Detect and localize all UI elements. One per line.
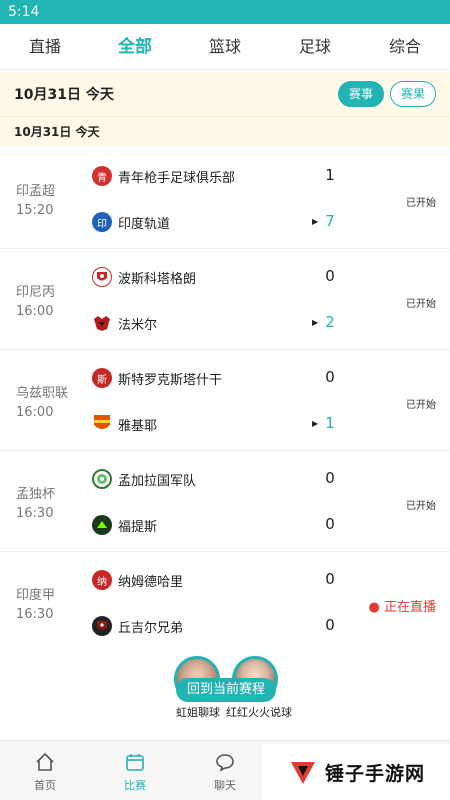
play-marker-icon: ▶ [312,217,319,226]
match-list: 印孟超 15:20 青 青年枪手足球俱乐部 印 印度轨道 1 ▶ 7 已开始 印… [0,148,450,653]
away-team: 福提斯 [92,514,157,536]
match-time: 15:20 [16,203,54,218]
date-header: 10月31日 今天 赛事 赛果 [0,72,450,116]
league-name: 孟独杯 [16,487,56,502]
league-name: 印尼丙 [16,285,56,300]
date-subheader: 10月31日 今天 [0,116,450,146]
match-row[interactable]: 印度甲 16:30 纳 纳姆德哈里 丘吉尔兄弟 0 0 ● 正在直播 [0,552,450,653]
away-score: 0 [325,616,335,634]
away-team-name: 丘吉尔兄弟 [118,620,184,636]
match-row[interactable]: 孟独杯 16:30 孟加拉国军队 福提斯 0 0 已开始 [0,451,450,552]
play-marker-icon: ▶ [312,318,319,327]
away-team: 法米尔 [92,312,157,334]
match-status: 已开始 [406,198,436,209]
match-time: 16:30 [16,607,54,622]
nav-home-label: 首页 [34,779,56,792]
home-team-name: 斯特罗克斯塔什干 [118,372,223,388]
play-marker-icon: ▶ [312,419,319,428]
tab-all[interactable]: 全部 [90,24,180,69]
team-badge-icon [92,414,112,434]
event-button[interactable]: 赛事 [337,81,384,107]
tab-other[interactable]: 综合 [360,24,450,69]
home-score: 0 [325,469,335,487]
anchor-name[interactable]: 红红火火说球 [226,706,292,720]
watermark-text: 锤子手游网 [324,762,425,785]
date-label: 10月31日 今天 [14,87,114,103]
home-team: 斯 斯特罗克斯塔什干 [92,367,222,389]
home-team: 纳 纳姆德哈里 [92,569,183,591]
team-badge-icon: 纳 [92,570,112,590]
status-bar: 5:14 [0,0,450,24]
tab-football[interactable]: 足球 [270,24,360,69]
home-team-name: 纳姆德哈里 [118,574,184,590]
away-team-name: 福提斯 [118,519,158,535]
away-team: 丘吉尔兄弟 [92,615,183,637]
home-icon [36,752,54,771]
away-score: 7 [325,212,335,230]
nav-chat[interactable]: 聊天 [180,741,270,800]
back-to-current-button[interactable]: 回到当前赛程 [176,678,276,702]
match-time: 16:00 [16,304,54,319]
away-team-name: 雅基耶 [118,418,158,434]
match-row[interactable]: 乌兹职联 16:00 斯 斯特罗克斯塔什干 雅基耶 0 ▶ 1 已开始 [0,350,450,451]
status-time: 5:14 [8,4,40,20]
nav-match[interactable]: 比赛 [90,741,180,800]
match-row[interactable]: 印孟超 15:20 青 青年枪手足球俱乐部 印 印度轨道 1 ▶ 7 已开始 [0,148,450,249]
away-team-name: 法米尔 [118,317,158,333]
league-name: 印孟超 [16,184,56,199]
match-time: 16:30 [16,506,54,521]
away-score: 1 [325,414,335,432]
away-score: 0 [325,515,335,533]
team-badge-icon [92,267,112,287]
home-score: 0 [325,267,335,285]
match-status: 已开始 [406,501,436,512]
match-status: 已开始 [406,400,436,411]
tab-basketball[interactable]: 篮球 [180,24,270,69]
match-time: 16:00 [16,405,54,420]
home-score: 1 [325,166,335,184]
team-badge-icon [92,515,112,535]
live-status: ● 正在直播 [369,596,437,615]
site-watermark: 锤子手游网 [262,744,450,800]
home-team-name: 孟加拉国军队 [118,473,197,489]
calendar-icon [126,754,144,771]
tab-live[interactable]: 直播 [0,24,90,69]
league-name: 乌兹职联 [16,386,69,401]
home-team-name: 波斯科塔格朗 [118,271,197,287]
home-score: 0 [325,570,335,588]
team-badge-icon [92,469,112,489]
team-badge-icon: 印 [92,212,112,232]
away-team: 雅基耶 [92,413,157,435]
away-score: 2 [325,313,335,331]
match-row[interactable]: 印尼丙 16:00 波斯科塔格朗 法米尔 0 ▶ 2 已开始 [0,249,450,350]
home-score: 0 [325,368,335,386]
category-tabs: 直播 全部 篮球 足球 综合 [0,24,450,70]
home-team: 青 青年枪手足球俱乐部 [92,165,235,187]
anchor-name[interactable]: 虹姐聊球 [170,706,226,720]
live-status-text: 正在直播 [383,600,436,615]
nav-chat-label: 聊天 [214,779,236,792]
team-badge-icon [92,313,112,333]
chat-icon [216,754,234,772]
match-status: 已开始 [406,299,436,310]
away-team-name: 印度轨道 [118,216,171,232]
live-dot-icon: ● [368,600,384,615]
away-team: 印 印度轨道 [92,211,170,233]
home-team: 波斯科塔格朗 [92,266,196,288]
result-button[interactable]: 赛果 [389,81,436,107]
hammer-logo-icon [290,762,315,784]
home-team: 孟加拉国军队 [92,468,196,490]
team-badge-icon [92,616,112,636]
nav-match-label: 比赛 [124,779,146,792]
team-badge-icon: 青 [92,166,112,186]
home-team-name: 青年枪手足球俱乐部 [118,170,236,186]
team-badge-icon: 斯 [92,368,112,388]
nav-home[interactable]: 首页 [0,741,90,800]
league-name: 印度甲 [16,588,56,603]
